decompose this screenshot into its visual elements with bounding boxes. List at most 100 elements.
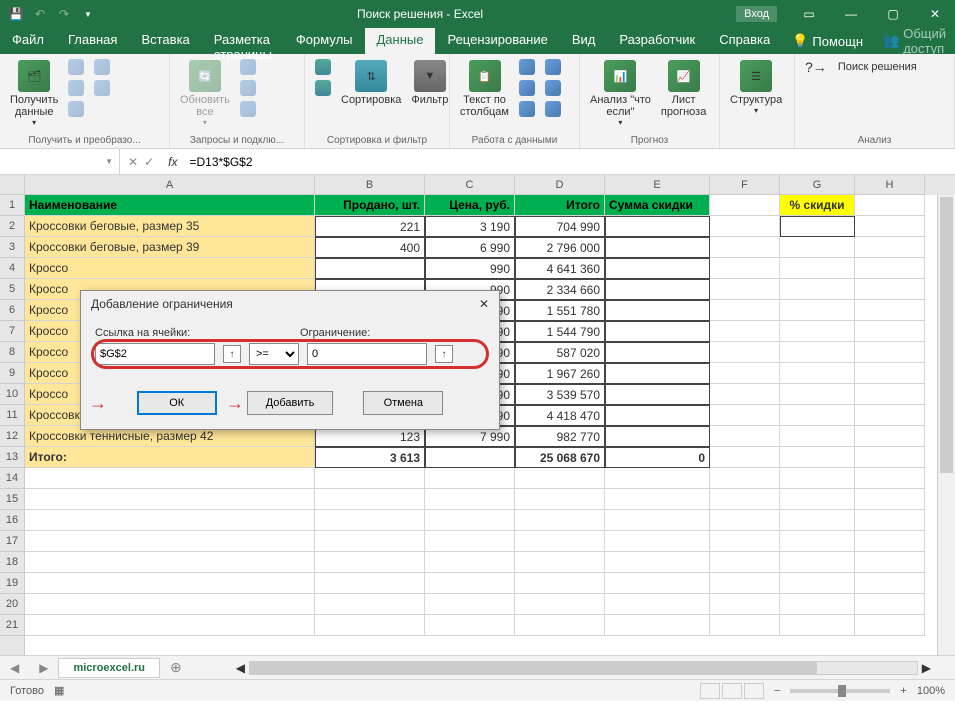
cell[interactable] (710, 489, 780, 510)
sort-button[interactable]: ⇅ Сортировка (337, 58, 405, 108)
cell[interactable] (515, 531, 605, 552)
cell[interactable] (710, 195, 780, 216)
cell[interactable] (515, 468, 605, 489)
cell[interactable]: 3 539 570 (515, 384, 605, 405)
cell[interactable] (515, 489, 605, 510)
cell[interactable] (780, 279, 855, 300)
tell-me[interactable]: 💡 Помощн (782, 28, 873, 54)
cell[interactable] (780, 258, 855, 279)
ribbon-options-icon[interactable]: ▭ (789, 0, 829, 28)
row-header[interactable]: 17 (0, 531, 24, 552)
cancel-formula-icon[interactable]: ✕ (128, 155, 138, 169)
cell[interactable] (710, 237, 780, 258)
cell[interactable] (315, 258, 425, 279)
cell[interactable] (855, 447, 925, 468)
cell[interactable] (25, 615, 315, 636)
cell[interactable] (25, 489, 315, 510)
tab-data[interactable]: Данные (365, 28, 436, 54)
cell[interactable] (855, 405, 925, 426)
cell[interactable] (425, 468, 515, 489)
edit-links-button[interactable] (236, 100, 260, 120)
cell[interactable] (605, 594, 710, 615)
cell[interactable]: Кроссовки беговые, размер 39 (25, 237, 315, 258)
cell[interactable] (425, 447, 515, 468)
add-sheet-icon[interactable]: ⊕ (160, 659, 192, 676)
cell[interactable]: 1 967 260 (515, 363, 605, 384)
cell[interactable] (855, 258, 925, 279)
cell[interactable] (780, 615, 855, 636)
tab-help[interactable]: Справка (707, 28, 782, 54)
cell[interactable] (855, 300, 925, 321)
cell[interactable]: 4 641 360 (515, 258, 605, 279)
cell[interactable] (780, 237, 855, 258)
row-header[interactable]: 6 (0, 300, 24, 321)
cell[interactable] (780, 489, 855, 510)
cell[interactable]: 2 796 000 (515, 237, 605, 258)
constraint-input[interactable] (307, 343, 427, 365)
cell[interactable] (315, 552, 425, 573)
cell[interactable]: Продано, шт. (315, 195, 425, 216)
cell[interactable] (605, 510, 710, 531)
cell[interactable] (855, 510, 925, 531)
cell[interactable] (710, 573, 780, 594)
queries-button[interactable] (236, 58, 260, 78)
cell[interactable] (25, 552, 315, 573)
flash-fill-button[interactable] (515, 58, 539, 78)
tab-developer[interactable]: Разработчик (607, 28, 707, 54)
row-header[interactable]: 7 (0, 321, 24, 342)
cell[interactable] (605, 279, 710, 300)
row-header[interactable]: 16 (0, 510, 24, 531)
cell[interactable] (855, 237, 925, 258)
cell[interactable] (780, 510, 855, 531)
cell[interactable] (605, 552, 710, 573)
cell[interactable] (710, 531, 780, 552)
col-header[interactable]: G (780, 175, 855, 195)
cell[interactable]: 1 551 780 (515, 300, 605, 321)
redo-icon[interactable]: ↷ (56, 6, 72, 22)
cell[interactable]: 0 (605, 447, 710, 468)
cell[interactable] (605, 489, 710, 510)
sort-za-button[interactable] (311, 79, 335, 99)
row-header[interactable]: 14 (0, 468, 24, 489)
page-break-view-icon[interactable] (744, 683, 764, 699)
col-header[interactable]: A (25, 175, 315, 195)
row-header[interactable]: 9 (0, 363, 24, 384)
cell[interactable] (315, 510, 425, 531)
cell[interactable] (855, 363, 925, 384)
whatif-button[interactable]: 📊 Анализ "что если"▾ (586, 58, 655, 129)
fx-icon[interactable]: fx (162, 155, 183, 169)
enter-formula-icon[interactable]: ✓ (144, 155, 154, 169)
sheet-nav-next-icon[interactable]: ▶ (29, 661, 58, 675)
outline-button[interactable]: ☰ Структура▾ (726, 58, 786, 117)
col-header[interactable]: C (425, 175, 515, 195)
row-header[interactable]: 8 (0, 342, 24, 363)
from-text-button[interactable] (64, 58, 88, 78)
cell[interactable] (855, 426, 925, 447)
cell[interactable] (710, 321, 780, 342)
row-header[interactable]: 13 (0, 447, 24, 468)
cell[interactable]: 3 613 (315, 447, 425, 468)
horizontal-scrollbar[interactable]: ◀▶ (232, 661, 935, 675)
cell[interactable]: 990 (425, 258, 515, 279)
cell[interactable] (780, 426, 855, 447)
cell[interactable] (855, 216, 925, 237)
cell[interactable] (710, 594, 780, 615)
cell[interactable] (710, 468, 780, 489)
cell[interactable]: Итого: (25, 447, 315, 468)
cell[interactable] (515, 594, 605, 615)
cell[interactable]: Итого (515, 195, 605, 216)
maximize-icon[interactable]: ▢ (873, 0, 913, 28)
cell[interactable] (710, 363, 780, 384)
add-button[interactable]: Добавить (247, 391, 334, 415)
existing-conn-button[interactable] (90, 79, 114, 99)
vertical-scrollbar[interactable] (937, 195, 955, 655)
cell[interactable] (515, 573, 605, 594)
cell[interactable] (515, 615, 605, 636)
get-data-button[interactable]: 🗂 Получить данные▾ (6, 58, 62, 129)
cell[interactable]: 587 020 (515, 342, 605, 363)
cell[interactable] (605, 300, 710, 321)
cell[interactable] (315, 468, 425, 489)
cell[interactable] (605, 531, 710, 552)
cell[interactable] (605, 321, 710, 342)
cell[interactable]: 704 990 (515, 216, 605, 237)
